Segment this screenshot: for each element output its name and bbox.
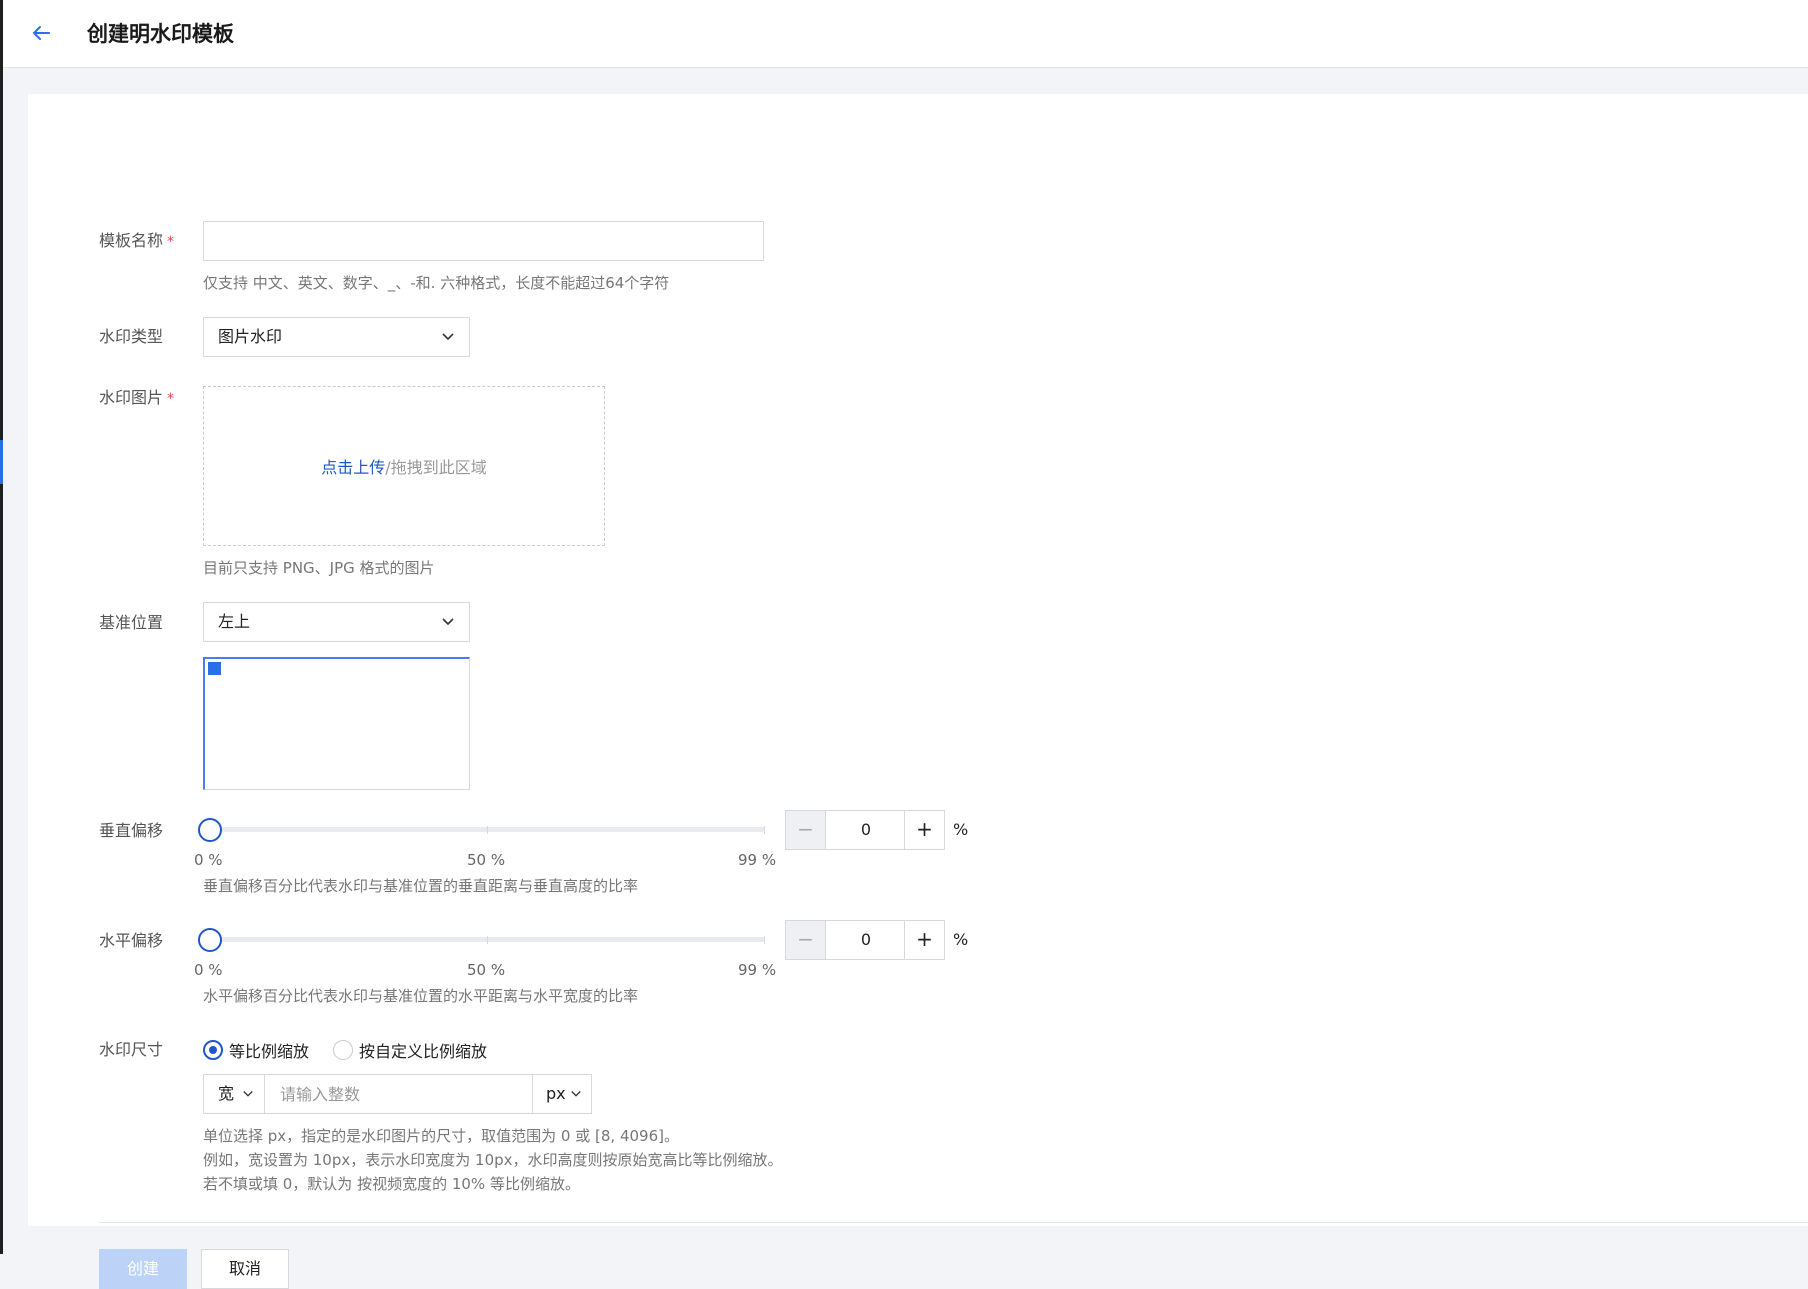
cancel-button[interactable]: 取消 [201,1249,289,1289]
horizontal-offset-stepper: − 0 + [785,920,945,960]
upload-hint: /拖拽到此区域 [385,458,487,477]
chevron-down-icon [243,1090,253,1097]
form-card: 模板名称 * 仅支持 中文、英文、数字、_、-和. 六种格式，长度不能超过64个字… [28,94,1808,1289]
position-preview[interactable] [203,657,470,790]
dimension-value: 宽 [218,1084,235,1103]
page-header: 创建明水印模板 [3,0,1808,68]
divider [99,1222,1808,1223]
required-mark: * [167,234,175,250]
horizontal-offset-thumb[interactable] [198,928,222,952]
upload-link[interactable]: 点击上传 [321,454,385,478]
back-arrow-icon[interactable] [29,21,53,45]
template-name-input[interactable] [203,221,764,261]
size-help-line: 例如，宽设置为 10px，表示水印宽度为 10px，水印高度则按原始宽高比等比例… [203,1151,783,1169]
unit-select[interactable]: px [532,1075,591,1113]
vertical-offset-value[interactable]: 0 [826,811,906,849]
radio-checked-icon [203,1040,223,1060]
watermark-image-help: 目前只支持 PNG、JPG 格式的图片 [203,559,435,577]
increment-button[interactable]: + [904,921,944,959]
base-position-select[interactable]: 左上 [203,602,470,642]
vertical-offset-help: 垂直偏移百分比代表水印与基准位置的垂直距离与垂直高度的比率 [203,877,639,895]
horizontal-offset-value[interactable]: 0 [826,921,906,959]
dimension-select[interactable]: 宽 [204,1075,265,1113]
horizontal-offset-label: 水平偏移 [99,931,164,950]
vertical-offset-track[interactable] [210,826,765,834]
decrement-button[interactable]: − [786,921,826,959]
left-edge-active-mark [0,440,3,484]
upload-dropzone[interactable]: 点击上传/拖拽到此区域 [203,386,605,546]
size-help-line: 若不填或填 0，默认为 按视频宽度的 10% 等比例缩放。 [203,1175,580,1193]
position-marker [208,662,221,675]
create-button[interactable]: 创建 [99,1249,187,1289]
percent-unit: % [953,930,969,949]
template-name-help: 仅支持 中文、英文、数字、_、-和. 六种格式，长度不能超过64个字符 [203,274,670,292]
slider-mark-mid: 50 % [467,961,506,979]
radio-proportional-label: 等比例缩放 [229,1042,310,1061]
horizontal-offset-track[interactable] [210,936,765,944]
page-title: 创建明水印模板 [87,22,234,46]
size-value-input[interactable] [266,1075,533,1113]
watermark-image-label: 水印图片 * [99,388,175,407]
chevron-down-icon [442,333,454,341]
chevron-down-icon [442,618,454,626]
horizontal-offset-help: 水平偏移百分比代表水印与基准位置的水平距离与水平宽度的比率 [203,987,639,1005]
slider-tick [487,826,488,834]
radio-unchecked-icon [333,1040,353,1060]
watermark-type-label: 水印类型 [99,327,164,346]
slider-tick [764,826,765,834]
slider-tick [764,936,765,944]
required-mark: * [167,391,175,407]
watermark-type-value: 图片水印 [218,327,283,346]
unit-value: px [546,1084,566,1103]
vertical-offset-thumb[interactable] [198,818,222,842]
size-input-group: 宽 px [203,1074,592,1114]
increment-button[interactable]: + [904,811,944,849]
chevron-down-icon [571,1090,581,1097]
size-help-line: 单位选择 px，指定的是水印图片的尺寸，取值范围为 0 或 [8, 4096]。 [203,1127,679,1145]
decrement-button[interactable]: − [786,811,826,849]
radio-custom-ratio[interactable]: 按自定义比例缩放 [333,1038,487,1062]
slider-mark-max: 99 % [738,961,777,979]
slider-mark-min: 0 % [194,851,223,869]
slider-mark-mid: 50 % [467,851,506,869]
base-position-label: 基准位置 [99,613,164,632]
percent-unit: % [953,820,969,839]
watermark-size-label: 水印尺寸 [99,1040,164,1059]
slider-mark-max: 99 % [738,851,777,869]
vertical-offset-stepper: − 0 + [785,810,945,850]
slider-tick [487,936,488,944]
vertical-offset-label: 垂直偏移 [99,821,164,840]
radio-custom-ratio-label: 按自定义比例缩放 [359,1042,488,1061]
slider-mark-min: 0 % [194,961,223,979]
radio-proportional[interactable]: 等比例缩放 [203,1038,309,1062]
template-name-label: 模板名称 * [99,231,175,250]
base-position-value: 左上 [218,612,251,631]
watermark-type-select[interactable]: 图片水印 [203,317,470,357]
left-edge-bar [0,0,3,1254]
